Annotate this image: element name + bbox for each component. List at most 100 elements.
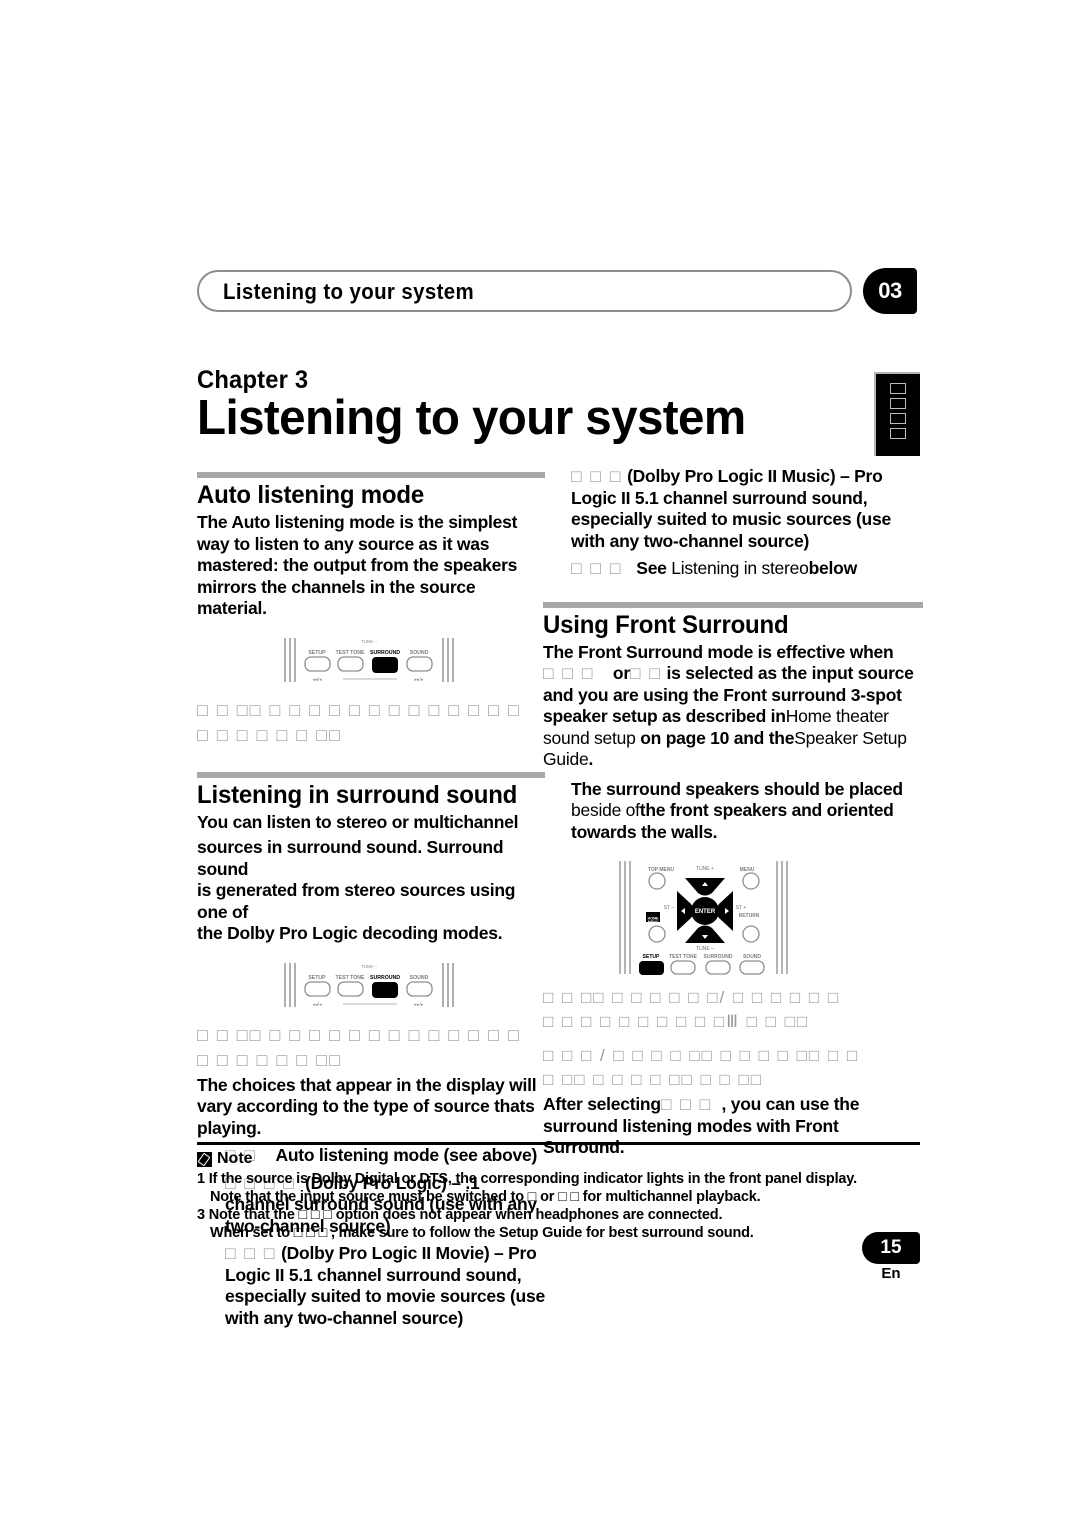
note-title: Note xyxy=(217,1150,253,1167)
note-line: 1 If the source is Dolby Digital or DTS,… xyxy=(197,1171,857,1187)
page-number-badge: 15 xyxy=(862,1232,920,1264)
svg-text:TEST TONE: TEST TONE xyxy=(335,975,365,981)
figure-caption-line: □ □ □ / □ □ □ □ □□ □ □ □ □ □□ □ □ xyxy=(543,1046,860,1065)
thumb-tab-glyph-icon xyxy=(890,428,906,439)
list-item-marker: □ □ □ xyxy=(225,1243,277,1263)
note-line: 3 Note that the □ □ □ option does not ap… xyxy=(197,1207,723,1223)
svg-text:▸▸/▸: ▸▸/▸ xyxy=(415,677,424,683)
section-heading: Using Front Surround xyxy=(543,610,789,639)
see-label: See xyxy=(636,558,667,578)
figure-caption-line: □ □ □□ □ □ □ □ □ □ □ □ □ □ □ □ □ xyxy=(197,1024,521,1045)
note-lines: 1 If the source is Dolby Digital or DTS,… xyxy=(197,1170,920,1242)
section-body-line: You can listen to stereo or multichannel xyxy=(197,811,519,832)
svg-text:SETUP: SETUP xyxy=(308,650,326,656)
note-header: Note xyxy=(197,1150,920,1168)
svg-text:MENU: MENU xyxy=(740,867,755,873)
svg-text:◂◂/◂: ◂◂/◂ xyxy=(313,677,322,683)
callout-line: beside ofthe front speakers and oriented xyxy=(571,800,923,822)
page-number: 15 xyxy=(880,1237,902,1258)
section-body-line: sources in surround sound. Surround soun… xyxy=(197,837,545,880)
svg-text:SOUND: SOUND xyxy=(743,954,761,960)
figure-caption-line: □ □ □ □ □ □ □ □ □ □Ⅲ □ □ □□ xyxy=(543,1012,810,1031)
body-fragment: speaker setup as described in xyxy=(543,706,786,726)
right-column: □ □ □ (Dolby Pro Logic II Music) – Pro L… xyxy=(543,466,923,1159)
figure-caption-line: □ □ □□ □ □ □ □ □ □ □ □ □ □ □ □ □ xyxy=(197,699,521,720)
section-auto-listening-mode: Auto listening mode The Auto listening m… xyxy=(197,472,545,748)
section-rule xyxy=(197,472,545,478)
chapter-title: Listening to your system xyxy=(197,391,746,445)
input-source-glyphs: □ □ xyxy=(629,663,662,683)
body-fragment: sources in surround sound xyxy=(197,837,418,857)
input-source-glyphs: □ □ □ xyxy=(543,663,595,683)
reference-title-2: Speaker Setup xyxy=(794,727,907,748)
svg-text:TOP MENU: TOP MENU xyxy=(648,867,675,873)
remote-control-diagram-icon: TOP MENU TUNE + MENU HOME MENU RETURN ST… xyxy=(619,861,788,975)
svg-text:▸▸/▸: ▸▸/▸ xyxy=(415,1002,424,1008)
body-fragment: is selected as the input source xyxy=(666,663,914,683)
running-header-title: Listening to your system xyxy=(223,279,475,304)
section-body-line: and you are using the Front surround 3-s… xyxy=(543,684,902,705)
callout-fragment: beside of xyxy=(571,800,640,820)
list-item: □ □ □ (Dolby Pro Logic II Movie) – Pro L… xyxy=(197,1243,545,1329)
list-item-marker: □ □ □ xyxy=(571,558,623,578)
svg-text:SURROUND: SURROUND xyxy=(704,954,733,960)
svg-text:TUNE +: TUNE + xyxy=(696,866,714,872)
pencil-icon xyxy=(197,1151,212,1167)
section-body-line: is generated from stereo sources using o… xyxy=(197,880,516,922)
figure-caption-line: □ □ □□ □ □ □ □ □ □/ □ □ □ □ □ □ xyxy=(543,988,841,1007)
svg-text:SETUP: SETUP xyxy=(643,954,660,960)
svg-text:SOUND: SOUND xyxy=(410,650,429,656)
section-body: The choices that appear in the display w… xyxy=(197,1074,537,1138)
svg-text:SURROUND: SURROUND xyxy=(370,650,400,656)
thumb-tab-glyph-icon xyxy=(890,398,906,409)
body-fragment: on page 10 and the xyxy=(640,727,795,748)
svg-text:ST +: ST + xyxy=(736,905,747,911)
svg-text:ST –: ST – xyxy=(664,905,675,911)
closing-glyphs: □ □ □ xyxy=(660,1094,713,1114)
figure-caption-line: □ □ □ □ □ □ □□ xyxy=(197,724,342,745)
section-rule xyxy=(197,771,545,778)
svg-text:SURROUND: SURROUND xyxy=(370,975,400,981)
thumb-tab-glyph-icon xyxy=(890,413,906,424)
list-item-marker: □ □ □ xyxy=(571,466,623,486)
svg-text:ENTER: ENTER xyxy=(695,909,716,915)
running-header-chapter-number: 03 xyxy=(878,278,902,303)
body-fragment: . xyxy=(588,749,594,769)
callout-line: The surround speakers should be placed xyxy=(571,778,903,799)
remote-button-row-figure: TUNE – SETUP TEST TONE SURROUND SOUND ◂◂… xyxy=(279,634,545,686)
svg-text:SETUP: SETUP xyxy=(308,975,326,981)
svg-text:MENU: MENU xyxy=(648,920,659,924)
svg-text:RETURN: RETURN xyxy=(739,913,760,919)
running-header: Listening to your system 03 xyxy=(197,268,920,314)
closing-fragment: After selecting xyxy=(543,1094,661,1114)
list-item: □ □ □ (Dolby Pro Logic II Music) – Pro L… xyxy=(543,466,923,552)
figure-caption-line: □ □□ □ □ □ □ □□ □ □ □□ xyxy=(543,1070,763,1089)
thumb-tab-glyph-icon xyxy=(890,383,906,394)
remote-control-figure: TOP MENU TUNE + MENU HOME MENU RETURN ST… xyxy=(615,855,923,980)
note-divider xyxy=(197,1142,920,1145)
svg-text:TUNE –: TUNE – xyxy=(361,964,378,969)
section-using-front-surround: Using Front Surround The Front Surround … xyxy=(543,601,923,1159)
svg-text:TEST TONE: TEST TONE xyxy=(669,954,698,960)
reference-title: Home theater xyxy=(785,706,889,726)
remote-buttons-diagram-icon: TUNE – SETUP TEST TONE SURROUND SOUND ◂◂… xyxy=(284,962,454,1008)
figure-caption-line: □ □ □ □ □ □ □□ xyxy=(197,1049,342,1070)
section-listening-in-surround-sound: Listening in surround sound You can list… xyxy=(197,771,545,1330)
cross-reference-title: Listening in stereo xyxy=(671,558,809,578)
callout-fragment: the front speakers and oriented xyxy=(639,800,894,820)
running-header-chapter-badge: 03 xyxy=(863,268,917,314)
cross-reference-position: below xyxy=(808,558,858,578)
chapter-thumb-tab xyxy=(874,372,920,456)
note-block: Note 1 If the source is Dolby Digital or… xyxy=(197,1142,920,1242)
section-rule xyxy=(543,601,923,608)
section-body-line: speaker setup as described inHome theate… xyxy=(543,706,923,728)
section-body-line: □ □ □ or□ □ is selected as the input sou… xyxy=(543,663,923,685)
remote-button-row-figure: TUNE – SETUP TEST TONE SURROUND SOUND ◂◂… xyxy=(279,959,545,1011)
list-item: □ □ □ See Listening in stereobelow xyxy=(543,558,923,580)
section-body: The Auto listening mode is the simplest … xyxy=(197,512,518,618)
svg-text:TUNE –: TUNE – xyxy=(361,639,378,644)
section-body-line: The Front Surround mode is effective whe… xyxy=(543,641,894,662)
section-body-line: the Dolby Pro Logic decoding modes. xyxy=(197,923,503,943)
svg-text:TEST TONE: TEST TONE xyxy=(335,650,365,656)
section-heading: Listening in surround sound xyxy=(197,780,518,809)
